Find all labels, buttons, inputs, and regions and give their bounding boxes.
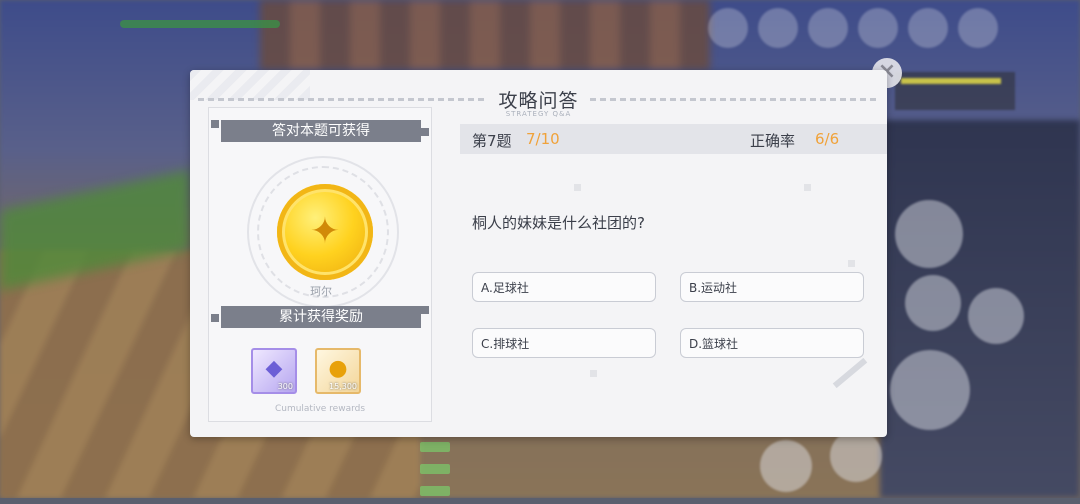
mission-bar bbox=[901, 78, 1001, 84]
item-count: 15,300 bbox=[329, 382, 357, 391]
skill-button-2[interactable] bbox=[905, 275, 961, 331]
menu-icon-4[interactable] bbox=[858, 8, 898, 48]
reward-name: 珂尔 bbox=[310, 285, 332, 298]
question-number-label: 第7题 bbox=[472, 132, 512, 150]
question-info-bar: 第7题 7/10 正确率 6/6 bbox=[460, 124, 887, 154]
question-text: 桐人的妹妹是什么社团的? bbox=[472, 214, 645, 232]
menu-icon-6[interactable] bbox=[958, 8, 998, 48]
cube-icon: ◆ bbox=[265, 356, 283, 381]
skill-button-4[interactable] bbox=[760, 440, 812, 492]
accuracy-value: 6/6 bbox=[815, 130, 840, 148]
item-count: 300 bbox=[277, 382, 293, 391]
menu-icon-3[interactable] bbox=[808, 8, 848, 48]
attack-button[interactable] bbox=[890, 350, 970, 430]
option-a-button[interactable]: A.足球社 bbox=[472, 272, 656, 302]
menu-icon-5[interactable] bbox=[908, 8, 948, 48]
skill-button-3[interactable] bbox=[968, 288, 1024, 344]
coin-emblem-icon: ✦ bbox=[309, 211, 341, 252]
menu-icon-2[interactable] bbox=[758, 8, 798, 48]
mission-tracker[interactable] bbox=[895, 72, 1015, 110]
option-d-button[interactable]: D.篮球社 bbox=[680, 328, 864, 358]
pencil-decor-icon bbox=[832, 357, 868, 389]
cumulative-caption: Cumulative rewards bbox=[274, 404, 366, 414]
answer-reward-header: 答对本题可获得 bbox=[221, 120, 421, 142]
gold-coin-icon: ● bbox=[328, 356, 348, 381]
top-menu bbox=[708, 8, 998, 48]
accuracy-label: 正确率 bbox=[750, 132, 796, 150]
skill-button-main[interactable] bbox=[895, 200, 963, 268]
cumulative-reward-header: 累计获得奖励 bbox=[221, 306, 421, 328]
reward-item-gold[interactable]: ● 15,300 bbox=[315, 348, 361, 394]
question-progress: 7/10 bbox=[526, 130, 560, 148]
option-b-button[interactable]: B.运动社 bbox=[680, 272, 864, 302]
menu-icon-1[interactable] bbox=[708, 8, 748, 48]
option-c-button[interactable]: C.排球社 bbox=[472, 328, 656, 358]
skill-button-5[interactable] bbox=[830, 430, 882, 482]
reward-item-cube[interactable]: ◆ 300 bbox=[251, 348, 297, 394]
reward-panel: 答对本题可获得 ✦ 珂尔 累计获得奖励 ◆ 300 ● 15,300 Cumul… bbox=[208, 107, 432, 422]
strategy-qa-dialog: 攻略问答 STRATEGY Q&A 答对本题可获得 ✦ 珂尔 累计获得奖励 ◆ … bbox=[190, 70, 887, 437]
chat-log[interactable] bbox=[420, 438, 700, 496]
background-stalls bbox=[260, 0, 710, 70]
hp-bar bbox=[120, 20, 280, 28]
